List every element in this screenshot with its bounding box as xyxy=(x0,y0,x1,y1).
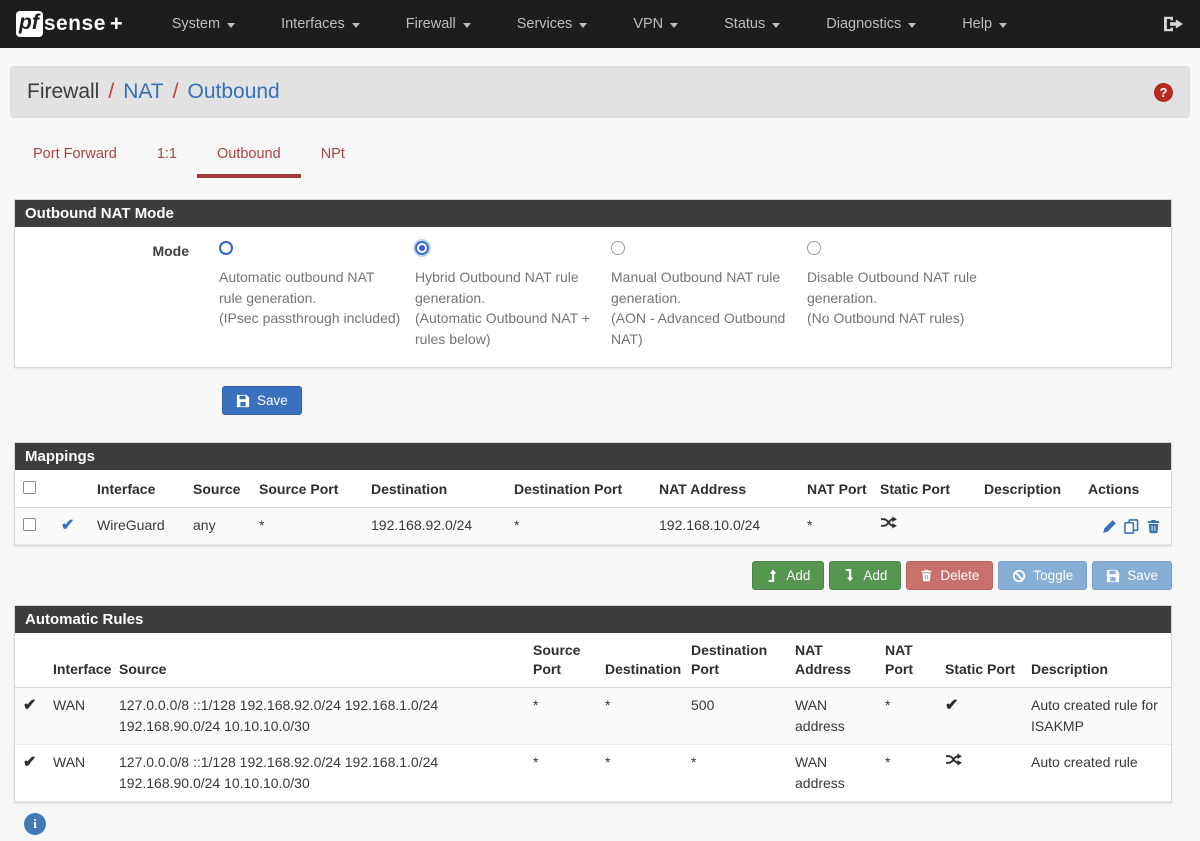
save-mappings-button[interactable]: Save xyxy=(1092,561,1172,590)
breadcrumb-section: Firewall xyxy=(27,80,99,104)
breadcrumb-link-outbound[interactable]: Outbound xyxy=(187,80,279,104)
level-down-icon xyxy=(843,568,856,583)
trash-icon[interactable] xyxy=(1146,519,1161,534)
tab-port-forward[interactable]: Port Forward xyxy=(13,136,137,178)
logo-pf-badge: pf xyxy=(16,11,43,37)
col-source-port: Source Port xyxy=(251,470,363,508)
pfsense-logo[interactable]: pf sense + xyxy=(16,11,123,37)
toggle-button[interactable]: Toggle xyxy=(998,561,1087,590)
chevron-down-icon xyxy=(999,23,1007,28)
delete-button[interactable]: Delete xyxy=(906,561,993,590)
col-description: Description xyxy=(1023,633,1171,688)
mappings-table: Interface Source Source Port Destination… xyxy=(15,470,1171,545)
automatic-rules-table: Interface Source Source Port Destination… xyxy=(15,633,1171,802)
col-description: Description xyxy=(976,470,1080,508)
floppy-save-icon xyxy=(1106,569,1120,583)
nav-item-services[interactable]: Services xyxy=(494,0,611,48)
mode-option-hybrid[interactable]: Hybrid Outbound NAT rule generation. (Au… xyxy=(415,241,611,349)
chevron-down-icon xyxy=(670,23,678,28)
tab-npt[interactable]: NPt xyxy=(301,136,365,178)
col-static-port: Static Port xyxy=(872,470,976,508)
mapping-row: ✔ WireGuard any * 192.168.92.0/24 * 192.… xyxy=(15,508,1171,545)
nav-item-interfaces[interactable]: Interfaces xyxy=(258,0,383,48)
rule-enabled-check-icon[interactable]: ✔ xyxy=(61,517,74,534)
auto-rule-row: ✔ WAN 127.0.0.0/8 ::1/128 192.168.92.0/2… xyxy=(15,745,1171,802)
col-source: Source xyxy=(185,470,251,508)
breadcrumb: Firewall / NAT / Outbound ? xyxy=(10,66,1190,118)
logo-plus: + xyxy=(110,11,123,37)
panel-title: Outbound NAT Mode xyxy=(15,200,1171,227)
shuffle-icon xyxy=(880,515,897,530)
mode-field-label: Mode xyxy=(15,241,219,349)
nav-item-help[interactable]: Help xyxy=(939,0,1030,48)
chevron-down-icon xyxy=(772,23,780,28)
add-rule-top-button[interactable]: Add xyxy=(752,561,824,590)
automatic-rules-panel: Automatic Rules Interface Source Source … xyxy=(14,605,1172,803)
col-nat-port: NAT Port xyxy=(799,470,872,508)
col-destination: Destination xyxy=(363,470,506,508)
radio-manual[interactable] xyxy=(611,241,625,255)
col-destination-port: Destination Port xyxy=(506,470,651,508)
col-nat-address: NAT Address xyxy=(651,470,799,508)
col-destination: Destination xyxy=(597,633,683,688)
nav-item-diagnostics[interactable]: Diagnostics xyxy=(803,0,939,48)
shuffle-icon xyxy=(945,752,962,767)
chevron-down-icon xyxy=(352,23,360,28)
nav-item-status[interactable]: Status xyxy=(701,0,803,48)
level-up-icon xyxy=(766,568,779,583)
panel-title: Automatic Rules xyxy=(15,606,1171,633)
nat-tabs: Port Forward 1:1 Outbound NPt xyxy=(13,136,1200,178)
edit-pencil-icon[interactable] xyxy=(1102,519,1117,534)
info-icon[interactable]: i xyxy=(24,813,46,835)
nav-item-system[interactable]: System xyxy=(149,0,258,48)
auto-rule-row: ✔ WAN 127.0.0.0/8 ::1/128 192.168.92.0/2… xyxy=(15,688,1171,745)
tab-outbound[interactable]: Outbound xyxy=(197,136,301,178)
col-nat-address: NAT Address xyxy=(787,633,877,688)
static-port-check-icon: ✔ xyxy=(945,697,958,714)
rule-enabled-check-icon: ✔ xyxy=(23,697,36,714)
chevron-down-icon xyxy=(908,23,916,28)
col-static-port: Static Port xyxy=(937,633,1023,688)
nav-item-vpn[interactable]: VPN xyxy=(610,0,701,48)
nav-menu: System Interfaces Firewall Services VPN … xyxy=(149,0,1030,48)
breadcrumb-link-nat[interactable]: NAT xyxy=(123,80,163,104)
outbound-nat-mode-panel: Outbound NAT Mode Mode Automatic outboun… xyxy=(14,199,1172,368)
mode-option-disable[interactable]: Disable Outbound NAT rule generation. (N… xyxy=(807,241,1003,349)
save-mode-button[interactable]: Save xyxy=(222,386,302,415)
chevron-down-icon xyxy=(463,23,471,28)
chevron-down-icon xyxy=(579,23,587,28)
col-source-port: Source Port xyxy=(525,633,597,688)
mappings-actions-bar: Add Add Delete Toggle Save xyxy=(0,561,1172,590)
tab-1to1[interactable]: 1:1 xyxy=(137,136,197,178)
radio-disable[interactable] xyxy=(807,241,821,255)
col-nat-port: NAT Port xyxy=(877,633,937,688)
select-all-checkbox[interactable] xyxy=(23,481,36,494)
mode-option-automatic[interactable]: Automatic outbound NAT rule generation. … xyxy=(219,241,415,349)
radio-hybrid-selected[interactable] xyxy=(415,241,429,255)
trash-icon xyxy=(920,569,933,582)
sign-out-icon[interactable] xyxy=(1164,15,1184,33)
mode-option-manual[interactable]: Manual Outbound NAT rule generation. (AO… xyxy=(611,241,807,349)
ban-icon xyxy=(1012,569,1026,583)
add-rule-bottom-button[interactable]: Add xyxy=(829,561,901,590)
col-interface: Interface xyxy=(45,633,111,688)
mappings-panel: Mappings Interface Source Source Port De… xyxy=(14,442,1172,546)
help-icon[interactable]: ? xyxy=(1154,83,1173,102)
col-source: Source xyxy=(111,633,525,688)
nav-item-firewall[interactable]: Firewall xyxy=(383,0,494,48)
col-interface: Interface xyxy=(89,470,185,508)
top-navbar: pf sense + System Interfaces Firewall Se… xyxy=(0,0,1200,48)
row-checkbox[interactable] xyxy=(23,518,36,531)
panel-title: Mappings xyxy=(15,443,1171,470)
col-destination-port: Destination Port xyxy=(683,633,787,688)
radio-automatic[interactable] xyxy=(219,241,233,255)
chevron-down-icon xyxy=(227,23,235,28)
copy-icon[interactable] xyxy=(1124,519,1139,534)
floppy-save-icon xyxy=(236,394,250,408)
rule-enabled-check-icon: ✔ xyxy=(23,754,36,771)
col-actions: Actions xyxy=(1080,470,1171,508)
